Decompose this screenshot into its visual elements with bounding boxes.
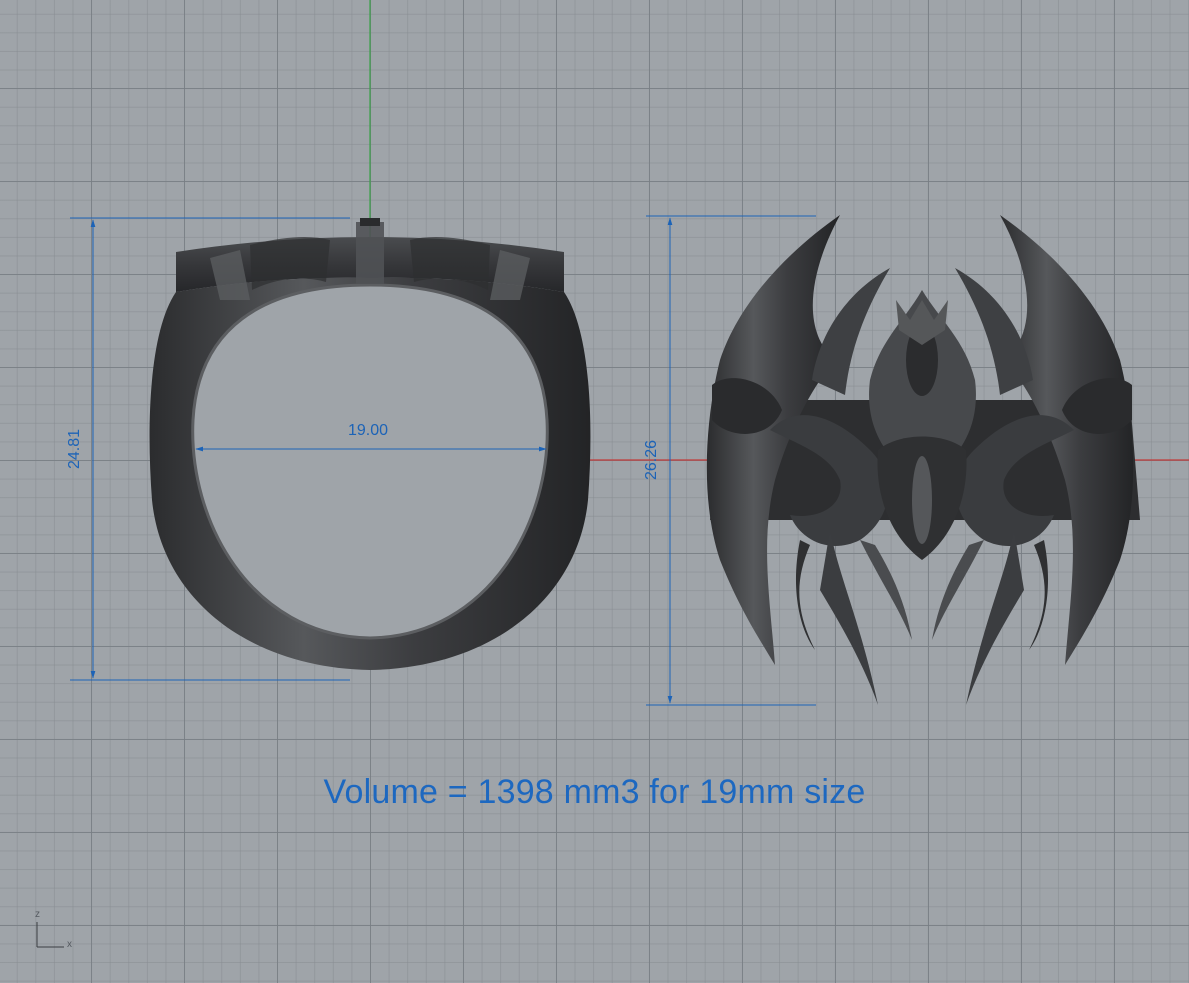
cad-viewport[interactable]: 24.81 19.00 26.26 Volume = 1398 mm3 for … [0, 0, 1189, 983]
axis-orientation-icon [36, 922, 64, 948]
ring-front-view[interactable] [706, 215, 1140, 705]
scene-canvas [36, 0, 1189, 948]
ring-side-view[interactable] [149, 218, 591, 670]
side-height-label: 24.81 [66, 428, 83, 470]
front-height-label: 26.26 [643, 439, 660, 481]
z-axis-label: z [35, 909, 40, 920]
volume-caption: Volume = 1398 mm3 for 19mm size [323, 773, 866, 811]
x-axis-label: x [67, 939, 72, 950]
inner-diameter-label: 19.00 [348, 422, 389, 439]
